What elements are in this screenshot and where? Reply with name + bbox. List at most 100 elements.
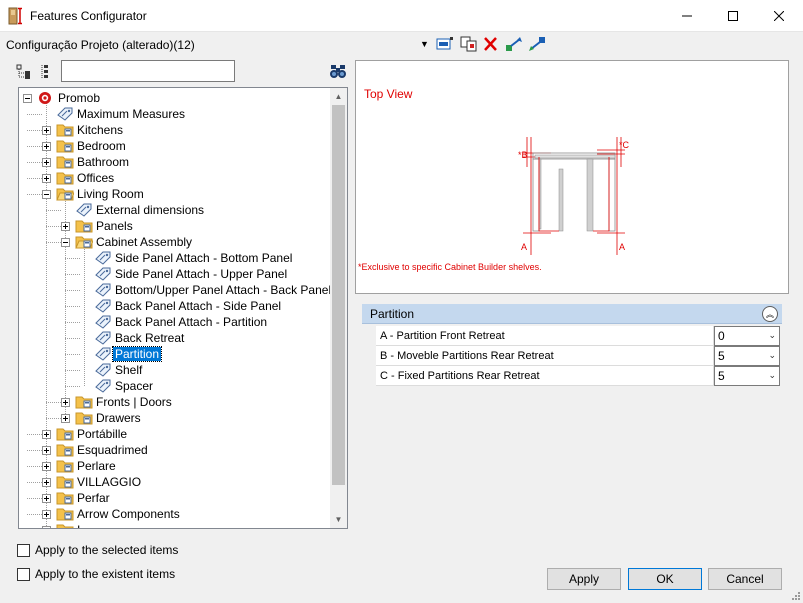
expand-plus-icon[interactable]: [61, 398, 70, 407]
maximize-button[interactable]: [710, 0, 756, 32]
tree-item[interactable]: Bottom/Upper Panel Attach - Back Panel: [113, 282, 333, 298]
tree-item[interactable]: Partition: [111, 346, 163, 362]
property-gutter: [362, 326, 376, 346]
import-icon[interactable]: [528, 36, 546, 52]
folder-icon: [56, 171, 74, 185]
chevron-down-icon[interactable]: ⌄: [768, 370, 776, 381]
chevron-down-icon[interactable]: ⌄: [768, 330, 776, 341]
window-title: Features Configurator: [30, 9, 147, 23]
tree-item[interactable]: Perfar: [75, 490, 112, 506]
collapse-minus-icon[interactable]: [42, 190, 51, 199]
tree-item[interactable]: Living Room: [75, 186, 146, 202]
tree-connector-line: [46, 242, 61, 243]
collapse-minus-icon[interactable]: [23, 94, 32, 103]
apply-selected-checkbox[interactable]: [17, 543, 30, 557]
close-button[interactable]: [756, 0, 802, 32]
property-value-select[interactable]: 5 ⌄: [714, 346, 780, 366]
maximize-icon: [728, 11, 738, 21]
tree-item[interactable]: Fronts | Doors: [94, 394, 174, 410]
property-value-select[interactable]: 5 ⌄: [714, 366, 780, 386]
tree-item[interactable]: Perlare: [75, 458, 118, 474]
expand-plus-icon[interactable]: [42, 174, 51, 183]
tree-item-label: Offices: [77, 171, 115, 185]
expand-plus-icon[interactable]: [42, 142, 51, 151]
tree-item[interactable]: VILLAGGIO: [75, 474, 143, 490]
features-tree[interactable]: Promob Maximum Measures Kitchens Bedroom Bat…: [18, 87, 348, 529]
property-gutter: [362, 366, 376, 386]
tree-item[interactable]: Panels: [94, 218, 135, 234]
apply-existent-checkbox[interactable]: [17, 567, 30, 581]
collapse-chevron-up-icon[interactable]: ︽: [762, 306, 778, 322]
scrollbar-thumb[interactable]: [332, 105, 345, 485]
scroll-down-arrow-icon[interactable]: ▼: [330, 511, 347, 528]
tree-item[interactable]: Bathroom: [75, 154, 131, 170]
expand-plus-icon[interactable]: [42, 462, 51, 471]
expand-plus-icon[interactable]: [61, 222, 70, 231]
property-gutter: [362, 346, 376, 366]
tree-item[interactable]: Esquadrimed: [75, 442, 150, 458]
tree-item[interactable]: Side Panel Attach - Upper Panel: [113, 266, 289, 282]
tree-item[interactable]: Kitchens: [75, 122, 125, 138]
expand-plus-icon[interactable]: [61, 414, 70, 423]
tree-item[interactable]: Maximum Measures: [75, 106, 187, 122]
cancel-button[interactable]: Cancel: [708, 568, 782, 590]
collapse-minus-icon[interactable]: [61, 238, 70, 247]
tree-item[interactable]: Drawers: [94, 410, 143, 426]
folder-open-icon: [75, 235, 94, 249]
delete-icon[interactable]: [482, 36, 500, 52]
features-configurator-app-icon: [8, 7, 22, 25]
folder-icon: [75, 219, 93, 233]
tree-item[interactable]: Promob: [56, 90, 102, 106]
tree-connector-line: [65, 258, 80, 259]
folder-icon: [75, 411, 93, 425]
marker-a-right: A: [619, 242, 626, 252]
tree-item[interactable]: Arrow Components: [75, 506, 182, 522]
tree-expand-icon[interactable]: [16, 64, 32, 80]
copy-project-icon[interactable]: [460, 36, 478, 52]
expand-plus-icon[interactable]: [42, 526, 51, 528]
tree-item[interactable]: Back Panel Attach - Partition: [113, 314, 269, 330]
chevron-down-icon[interactable]: ⌄: [768, 350, 776, 361]
apply-existent-option[interactable]: Apply to the existent items: [17, 566, 175, 582]
expand-plus-icon[interactable]: [42, 430, 51, 439]
tree-item[interactable]: Cabinet Assembly: [94, 234, 194, 250]
tree-item[interactable]: Bedroom: [75, 138, 128, 154]
apply-selected-option[interactable]: Apply to the selected items: [17, 542, 178, 558]
ok-button[interactable]: OK: [628, 568, 702, 590]
edit-project-icon[interactable]: [436, 36, 454, 52]
tree-item[interactable]: Back Retreat: [113, 330, 186, 346]
search-input[interactable]: [61, 60, 235, 82]
title-bar: Features Configurator: [0, 0, 803, 32]
expand-plus-icon[interactable]: [42, 478, 51, 487]
tree-item[interactable]: Offices: [75, 170, 116, 186]
expand-plus-icon[interactable]: [42, 494, 51, 503]
binoculars-search-icon[interactable]: [330, 63, 346, 79]
tag-icon: [94, 331, 112, 345]
minimize-button[interactable]: [664, 0, 710, 32]
export-icon[interactable]: [505, 36, 523, 52]
resize-grip-icon[interactable]: [791, 591, 801, 601]
tree-connector-line: [65, 354, 80, 355]
marker-b: *B: [518, 150, 528, 160]
apply-existent-label: Apply to the existent items: [35, 567, 176, 581]
tree-item[interactable]: Portábille: [75, 426, 129, 442]
tree-connector-line: [27, 146, 42, 147]
scroll-up-arrow-icon[interactable]: ▲: [330, 88, 347, 105]
expand-plus-icon[interactable]: [42, 126, 51, 135]
expand-plus-icon[interactable]: [42, 510, 51, 519]
apply-button[interactable]: Apply: [547, 568, 621, 590]
tree-item[interactable]: External dimensions: [94, 202, 206, 218]
tree-item[interactable]: Shelf: [113, 362, 144, 378]
tree-item[interactable]: I: [75, 522, 82, 528]
partition-group-header[interactable]: Partition ︽: [362, 304, 782, 324]
tree-scrollbar[interactable]: ▲ ▼: [330, 88, 347, 528]
project-dropdown-icon[interactable]: ▼: [420, 39, 429, 49]
tree-item[interactable]: Side Panel Attach - Bottom Panel: [113, 250, 294, 266]
property-value-select[interactable]: 0 ⌄: [714, 326, 780, 346]
expand-plus-icon[interactable]: [42, 158, 51, 167]
expand-plus-icon[interactable]: [42, 446, 51, 455]
tree-connector-line: [27, 178, 42, 179]
tree-collapse-icon[interactable]: [40, 64, 56, 80]
tree-item[interactable]: Back Panel Attach - Side Panel: [113, 298, 283, 314]
tree-item[interactable]: Spacer: [113, 378, 155, 394]
